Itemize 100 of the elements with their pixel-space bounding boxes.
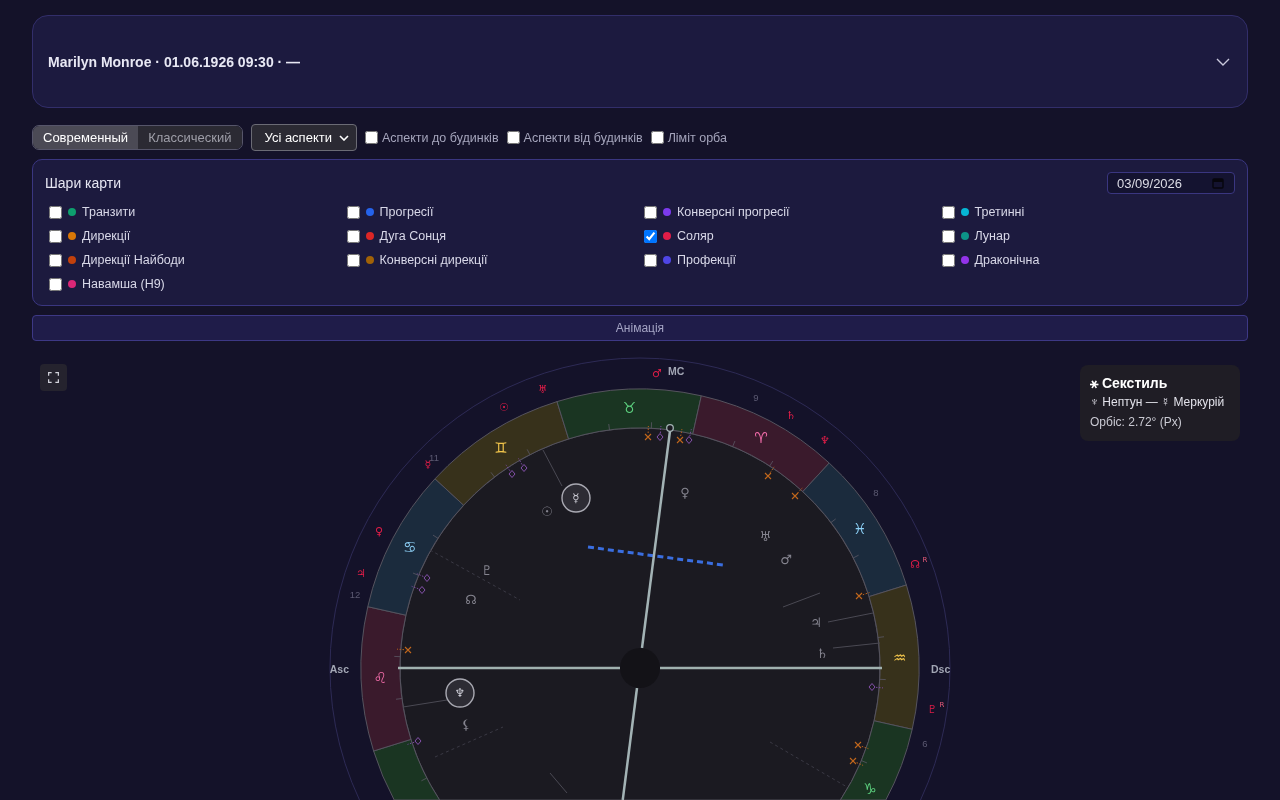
- aspect-select[interactable]: Усі аспекти: [250, 124, 357, 151]
- checkbox[interactable]: [49, 277, 62, 291]
- checkbox[interactable]: [49, 229, 62, 243]
- option-label: Аспекти до будинків: [381, 130, 499, 145]
- layer-label: Конверсні прогресії: [677, 205, 790, 219]
- tooltip-title: ⚹ Секстиль: [1090, 374, 1169, 392]
- checkbox[interactable]: [644, 229, 657, 243]
- diamond-mark-icon: [685, 428, 693, 444]
- cross-mark-icon: [676, 428, 684, 444]
- layer-label: Дирекції: [82, 229, 131, 243]
- layer-label: Транзити: [82, 205, 136, 219]
- panel-title: Шари карти: [45, 175, 122, 191]
- option-label: Ліміт орба: [667, 130, 727, 145]
- checkbox[interactable]: [644, 205, 657, 219]
- planet-glyph[interactable]: ♄: [816, 645, 828, 661]
- planet-glyph[interactable]: ☉: [499, 400, 509, 414]
- planet-glyph[interactable]: ♂: [780, 551, 792, 567]
- checkbox[interactable]: [49, 205, 62, 219]
- checkbox[interactable]: [364, 131, 378, 144]
- diamond-mark-icon: [868, 683, 884, 691]
- diamond-mark-icon: [518, 458, 528, 472]
- planet-glyph[interactable]: ☿: [572, 491, 580, 505]
- diamond-mark-icon: [656, 425, 664, 441]
- planet-glyph[interactable]: ⚸: [461, 716, 471, 732]
- checkbox[interactable]: [941, 205, 955, 219]
- house-number: 8: [873, 486, 879, 498]
- planet-glyph[interactable]: ♅: [759, 528, 771, 544]
- aspect-pair: ♆ Нептун — ☿ Меркурій: [1090, 394, 1226, 411]
- planet-glyph[interactable]: ♀: [680, 484, 690, 500]
- planet-glyph[interactable]: ☊: [910, 557, 920, 571]
- checkbox[interactable]: [506, 131, 520, 144]
- house-cusp-line: [542, 449, 563, 487]
- planet-glyph[interactable]: ♃: [356, 566, 366, 580]
- planet-glyph[interactable]: ♇: [927, 702, 937, 716]
- zodiac-sign: ♌: [373, 669, 387, 688]
- orb-text: Орбіс: 2.72° (Px): [1090, 414, 1183, 431]
- cross-mark-icon: [854, 741, 869, 750]
- layer-label: Прогресії: [379, 205, 434, 219]
- cross-mark-icon: [644, 425, 652, 441]
- checkbox[interactable]: [49, 253, 62, 267]
- fullscreen-button[interactable]: [40, 364, 67, 391]
- layer-label: Дирекції Найбоди: [82, 253, 185, 267]
- planet-glyph[interactable]: ♀: [374, 524, 384, 538]
- planet-glyph[interactable]: ♇: [481, 562, 493, 578]
- layer-label: Драконічна: [974, 253, 1040, 267]
- cross-mark-icon: [855, 592, 870, 600]
- angle-label: Dsc: [931, 663, 951, 675]
- planet-glyph[interactable]: ☿: [424, 457, 432, 471]
- checkbox[interactable]: [346, 205, 360, 219]
- chevron-down-icon[interactable]: [1216, 57, 1230, 66]
- zodiac-sign: ♉: [622, 399, 637, 418]
- planet-glyph[interactable]: ♅: [538, 382, 548, 396]
- chart-title: Marilyn Monroe · 01.06.1926 09:30 · —: [48, 53, 301, 70]
- diamond-mark-icon: [416, 573, 431, 582]
- planet-glyph[interactable]: ☉: [541, 503, 553, 519]
- mode-tab[interactable]: Классический: [138, 126, 242, 149]
- cross-mark-icon: [849, 757, 864, 766]
- checkbox[interactable]: [941, 253, 955, 267]
- checkbox[interactable]: [346, 229, 360, 243]
- house-cusp-line: [782, 592, 821, 608]
- house-cusp-line: [402, 699, 448, 708]
- house-number: 11: [429, 451, 439, 463]
- chart-center-hub: [620, 648, 660, 688]
- planet-glyph[interactable]: ♄: [786, 408, 796, 422]
- checkbox[interactable]: [346, 253, 360, 267]
- chart-header-card[interactable]: Marilyn Monroe · 01.06.1926 09:30 · —: [32, 15, 1248, 108]
- layer-label: Дуга Сонця: [379, 229, 446, 243]
- layer-label: Лунар: [974, 229, 1010, 243]
- zodiac-sign: ♈: [754, 428, 768, 447]
- house-number: 12: [349, 588, 361, 600]
- cross-mark-icon: [791, 487, 803, 500]
- layer-label: Конверсні дирекції: [379, 253, 488, 267]
- house-cusp-line: [832, 642, 881, 649]
- highlight-ring[interactable]: [445, 678, 475, 708]
- zodiac-sign: ♓: [853, 520, 867, 539]
- planet-glyph[interactable]: ♆: [820, 433, 830, 447]
- planet-glyph[interactable]: ☊: [465, 591, 477, 607]
- layer-label: Соляр: [677, 229, 714, 243]
- zodiac-sign: ♊: [494, 439, 508, 458]
- animation-button[interactable]: Анімація: [32, 315, 1248, 341]
- checkbox[interactable]: [650, 131, 664, 144]
- checkbox[interactable]: [941, 229, 955, 243]
- zodiac-sign: ♒: [893, 648, 907, 667]
- date-field[interactable]: 03/09/2026: [1107, 172, 1235, 194]
- diamond-mark-icon: [505, 464, 516, 478]
- house-cusp-line: [549, 772, 568, 794]
- planet-glyph[interactable]: ♃: [810, 614, 822, 630]
- zodiac-sign: ♋: [403, 538, 417, 557]
- planet-glyph[interactable]: ♂: [652, 366, 662, 380]
- diamond-mark-icon: [407, 737, 422, 745]
- zodiac-sign: ♑: [863, 779, 877, 798]
- mode-tab[interactable]: Современный: [33, 126, 139, 149]
- highlight-ring[interactable]: [561, 483, 591, 513]
- fullscreen-icon: [48, 372, 59, 383]
- option-label: Аспекти від будинків: [523, 130, 643, 145]
- house-number: 6: [922, 737, 928, 749]
- chevron-down-icon: [338, 134, 349, 141]
- planet-glyph[interactable]: ♆: [454, 686, 466, 700]
- layer-label: Профекції: [677, 253, 736, 267]
- checkbox[interactable]: [644, 253, 657, 267]
